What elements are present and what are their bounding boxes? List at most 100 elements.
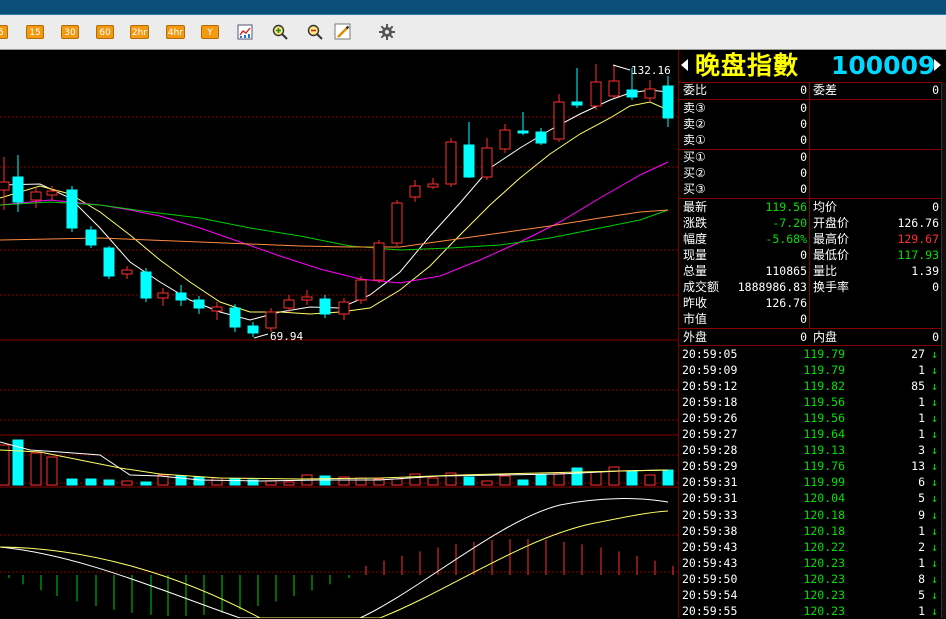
tick-row: 20:59:27 119.64 1 ↓ bbox=[679, 426, 941, 442]
title-bar bbox=[0, 0, 946, 15]
period-year-button[interactable]: Y bbox=[201, 25, 219, 39]
stat-label: 总量 bbox=[683, 264, 708, 278]
zoom-out-icon[interactable] bbox=[306, 23, 324, 41]
high-price-label: 132.16 bbox=[631, 64, 671, 77]
volume-bar bbox=[30, 452, 42, 486]
stat-label-right: 最低价 bbox=[813, 248, 850, 262]
period-15-button[interactable]: 15 bbox=[26, 25, 44, 39]
candlestick bbox=[463, 122, 475, 178]
tick-down-arrow-icon: ↓ bbox=[931, 427, 938, 442]
candlestick bbox=[553, 94, 565, 142]
tick-row: 20:59:33 120.18 9 ↓ bbox=[679, 507, 941, 523]
tick-price: 120.23 bbox=[803, 571, 845, 586]
tick-volume: 27 bbox=[911, 347, 925, 361]
kline-chart-area[interactable]: 132.16 69.94 bbox=[0, 50, 678, 618]
tick-row: 20:59:12 119.82 85 ↓ bbox=[679, 378, 941, 394]
stat-label: 最新 bbox=[683, 200, 708, 214]
tick-volume: 8 bbox=[918, 571, 925, 586]
candlestick bbox=[427, 178, 439, 189]
tick-price: 120.18 bbox=[803, 507, 845, 522]
tick-price: 120.23 bbox=[803, 603, 845, 618]
tick-row: 20:59:18 119.56 1 ↓ bbox=[679, 394, 941, 410]
candlestick bbox=[175, 285, 187, 306]
next-arrow-icon[interactable] bbox=[934, 59, 941, 71]
volume-bar bbox=[662, 469, 674, 486]
tick-time: 20:59:18 bbox=[682, 395, 738, 410]
chart-grid bbox=[0, 116, 678, 573]
tick-volume: 1 bbox=[918, 411, 925, 426]
previous-arrow-icon[interactable] bbox=[681, 59, 688, 71]
stat-value: -7.20 bbox=[772, 216, 807, 230]
stat-row: 昨收 126.76 bbox=[679, 295, 941, 311]
ma-line bbox=[0, 161, 669, 284]
tick-volume: 5 bbox=[918, 587, 925, 602]
candlestick bbox=[140, 268, 152, 302]
scrollbar[interactable] bbox=[941, 82, 946, 618]
stat-row: 总量 110865 量比 1.39 bbox=[679, 263, 941, 279]
tick-down-arrow-icon: ↓ bbox=[931, 459, 938, 474]
period-4hr-button[interactable]: 4hr bbox=[166, 25, 185, 39]
candlestick bbox=[608, 65, 620, 98]
candlestick bbox=[265, 308, 277, 332]
candlestick bbox=[355, 276, 367, 304]
period-30-button[interactable]: 30 bbox=[61, 25, 79, 39]
period-2hr-button[interactable]: 2hr bbox=[130, 25, 149, 39]
ask-row: 卖② 0 bbox=[679, 116, 941, 132]
ask-label: 卖① bbox=[683, 133, 706, 147]
tick-volume: 1 bbox=[918, 603, 925, 618]
tick-time: 20:59:27 bbox=[682, 427, 738, 442]
volume-bar bbox=[409, 473, 421, 486]
tick-row: 20:59:05 119.79 27 ↓ bbox=[679, 346, 941, 362]
volume-bar bbox=[553, 472, 565, 486]
tick-price: 119.99 bbox=[803, 475, 845, 490]
neipan-value: 0 bbox=[932, 330, 939, 344]
ask-value: 0 bbox=[800, 117, 807, 131]
stat-label-right: 最高价 bbox=[813, 232, 850, 246]
stat-value-right: 0 bbox=[932, 280, 939, 294]
gear-icon[interactable] bbox=[378, 23, 396, 41]
tick-time: 20:59:33 bbox=[682, 507, 738, 522]
tick-time: 20:59:43 bbox=[682, 539, 738, 554]
period-5-button[interactable]: 5 bbox=[0, 25, 8, 39]
draw-pen-icon[interactable] bbox=[334, 23, 352, 41]
volume-bar bbox=[590, 471, 602, 486]
tick-price: 120.04 bbox=[803, 491, 845, 506]
volume-bar bbox=[66, 478, 78, 486]
tick-down-arrow-icon: ↓ bbox=[931, 475, 938, 490]
bid-row: 买② 0 bbox=[679, 165, 941, 181]
panel-header: 晚盘指數 100009 bbox=[679, 50, 946, 82]
tick-down-arrow-icon: ↓ bbox=[931, 539, 938, 554]
stat-value-right: 129.67 bbox=[897, 232, 939, 246]
stat-value: -5.68% bbox=[765, 232, 807, 246]
tick-down-arrow-icon: ↓ bbox=[931, 491, 938, 506]
stat-value-right: 0 bbox=[932, 200, 939, 214]
period-60-button[interactable]: 60 bbox=[96, 25, 114, 39]
tick-down-arrow-icon: ↓ bbox=[931, 347, 938, 361]
stat-label: 幅度 bbox=[683, 232, 708, 246]
volume-bar bbox=[211, 477, 223, 486]
stat-row: 市值 0 bbox=[679, 311, 941, 327]
tick-volume: 9 bbox=[918, 507, 925, 522]
candlestick bbox=[229, 304, 241, 332]
tick-price: 119.56 bbox=[803, 411, 845, 426]
tick-row: 20:59:31 119.99 6 ↓ bbox=[679, 474, 941, 490]
ask-row: 卖③ 0 bbox=[679, 100, 941, 116]
ma-line bbox=[0, 101, 669, 315]
candlestick bbox=[85, 226, 97, 248]
tick-time: 20:59:31 bbox=[682, 491, 738, 506]
stat-row: 最新 119.56 均价 0 bbox=[679, 199, 941, 215]
candlestick bbox=[211, 302, 223, 320]
waipan-value: 0 bbox=[800, 330, 807, 344]
tick-row: 20:59:31 120.04 5 ↓ bbox=[679, 490, 941, 506]
macd-histogram bbox=[8, 539, 674, 616]
tick-down-arrow-icon: ↓ bbox=[931, 523, 938, 538]
chart-icon[interactable] bbox=[236, 23, 254, 41]
tick-price: 119.79 bbox=[803, 347, 845, 361]
candlestick bbox=[66, 186, 78, 232]
tick-volume: 13 bbox=[911, 459, 925, 474]
tick-price: 119.64 bbox=[803, 427, 845, 442]
zoom-in-icon[interactable] bbox=[271, 23, 289, 41]
stat-row: 成交额 1888986.83 换手率 0 bbox=[679, 279, 941, 295]
tick-volume: 2 bbox=[918, 539, 925, 554]
bid-label: 买① bbox=[683, 150, 706, 164]
